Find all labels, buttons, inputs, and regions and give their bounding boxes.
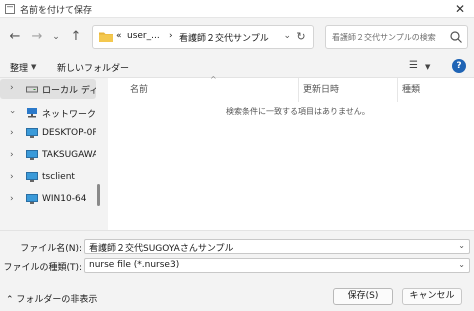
- hide-folders-label: フォルダーの非表示: [16, 295, 98, 305]
- expand-chevron-icon[interactable]: ›: [10, 172, 14, 182]
- sidebar-item-label: tsclient: [42, 172, 75, 182]
- filename-label: ファイル名(N):: [20, 244, 82, 254]
- sidebar-item-computer[interactable]: › tsclient: [0, 168, 96, 188]
- network-icon: [27, 108, 37, 118]
- sidebar-item-label: TAKSUGAWARA: [42, 150, 96, 160]
- sidebar-item-label: WIN10-64: [42, 194, 87, 204]
- filetype-label: ファイルの種類(T):: [3, 263, 82, 273]
- navigation-pane: › ローカル ディスク › ネットワーク › DESKTOP-0PKV › TA…: [0, 78, 104, 230]
- address-row: ← → ⌄ ↑ « user_... › 看護師２交代サンプル ⌄ ↻ 看護師２…: [0, 18, 474, 56]
- address-bar[interactable]: « user_... › 看護師２交代サンプル ⌄: [92, 25, 314, 49]
- sort-caret-icon: ^: [210, 75, 217, 84]
- expand-chevron-icon[interactable]: ›: [10, 83, 14, 93]
- back-arrow-icon[interactable]: ←: [6, 28, 24, 46]
- title-bar: 名前を付けて保存 ✕: [0, 0, 474, 18]
- chevron-down-icon[interactable]: ⌄: [458, 241, 465, 250]
- breadcrumb-item[interactable]: user_...: [127, 31, 160, 41]
- up-arrow-icon[interactable]: ↑: [67, 28, 85, 46]
- monitor-icon: [26, 128, 38, 138]
- forward-arrow-icon[interactable]: →: [28, 28, 46, 46]
- expand-chevron-icon[interactable]: ›: [7, 110, 17, 114]
- column-header-name[interactable]: 名前: [130, 82, 148, 95]
- column-header-modified[interactable]: 更新日時: [303, 82, 339, 95]
- view-dropdown-icon[interactable]: ▼: [425, 63, 430, 71]
- search-input[interactable]: 看護師２交代サンプルの検索: [325, 25, 468, 49]
- search-icon: [450, 31, 462, 43]
- app-icon: [5, 4, 15, 14]
- folder-icon: [99, 32, 113, 42]
- column-divider[interactable]: [397, 78, 398, 102]
- column-header-type[interactable]: 種類: [402, 82, 420, 95]
- close-icon[interactable]: ✕: [452, 1, 468, 17]
- sidebar-item-label: ネットワーク: [42, 110, 96, 120]
- recent-chevron-icon[interactable]: ⌄: [47, 28, 65, 46]
- window-title: 名前を付けて保存: [20, 6, 93, 16]
- filename-field[interactable]: 看護師２交代SUGOYAさんサンプル ⌄: [84, 239, 470, 254]
- new-folder-button[interactable]: 新しいフォルダー: [57, 61, 129, 74]
- help-icon[interactable]: ?: [452, 59, 466, 73]
- monitor-icon: [26, 172, 38, 182]
- scrollbar-thumb[interactable]: [97, 184, 100, 206]
- cancel-button[interactable]: キャンセル: [402, 288, 462, 305]
- column-divider[interactable]: [298, 78, 299, 102]
- filetype-select[interactable]: nurse file (*.nurse3) ⌄: [84, 258, 470, 273]
- drive-icon: [26, 86, 38, 93]
- view-options-icon[interactable]: ☰: [409, 60, 418, 71]
- monitor-icon: [26, 194, 38, 204]
- empty-message: 検索条件に一致する項目はありません。: [226, 107, 370, 116]
- expand-chevron-icon[interactable]: ›: [10, 194, 14, 204]
- search-placeholder: 看護師２交代サンプルの検索: [332, 33, 436, 42]
- filename-value: 看護師２交代SUGOYAさんサンプル: [89, 244, 234, 254]
- command-bar: 整理 ▼ 新しいフォルダー ☰ ▼ ?: [0, 56, 474, 78]
- hide-folders-toggle[interactable]: ⌃ フォルダーの非表示: [6, 292, 97, 305]
- save-form: ファイル名(N): 看護師２交代SUGOYAさんサンプル ⌄ ファイルの種類(T…: [0, 230, 474, 311]
- sidebar-item-label: DESKTOP-0PKV: [42, 128, 96, 138]
- sidebar-item-computer[interactable]: › TAKSUGAWARA: [0, 146, 96, 166]
- expand-chevron-icon[interactable]: ›: [10, 128, 14, 138]
- sidebar-scrollbar[interactable]: [97, 78, 100, 206]
- sidebar-item-computer[interactable]: › WIN10-64: [0, 190, 96, 210]
- chevron-up-icon: ⌃: [6, 295, 14, 305]
- monitor-icon: [26, 150, 38, 160]
- refresh-icon[interactable]: ↻: [293, 29, 309, 45]
- breadcrumb-item[interactable]: 看護師２交代サンプル: [179, 31, 269, 44]
- sidebar-item-computer[interactable]: › DESKTOP-0PKV: [0, 124, 96, 144]
- organize-dropdown-icon[interactable]: ▼: [31, 63, 36, 71]
- save-button[interactable]: 保存(S): [333, 288, 393, 305]
- expand-chevron-icon[interactable]: ›: [10, 150, 14, 160]
- file-list[interactable]: 名前 ^ 更新日時 種類 検索条件に一致する項目はありません。: [108, 75, 474, 230]
- breadcrumb-separator-icon: ›: [169, 31, 173, 41]
- breadcrumb-overflow[interactable]: «: [116, 31, 122, 41]
- sidebar-item-label: ローカル ディスク: [42, 86, 96, 96]
- organize-button[interactable]: 整理: [10, 61, 28, 74]
- chevron-down-icon[interactable]: ⌄: [458, 260, 465, 269]
- address-dropdown-icon[interactable]: ⌄: [283, 31, 291, 41]
- filetype-value: nurse file (*.nurse3): [89, 260, 180, 270]
- sidebar-item-local-disk[interactable]: › ローカル ディスク: [0, 79, 96, 99]
- sidebar-item-network[interactable]: › ネットワーク: [0, 103, 96, 123]
